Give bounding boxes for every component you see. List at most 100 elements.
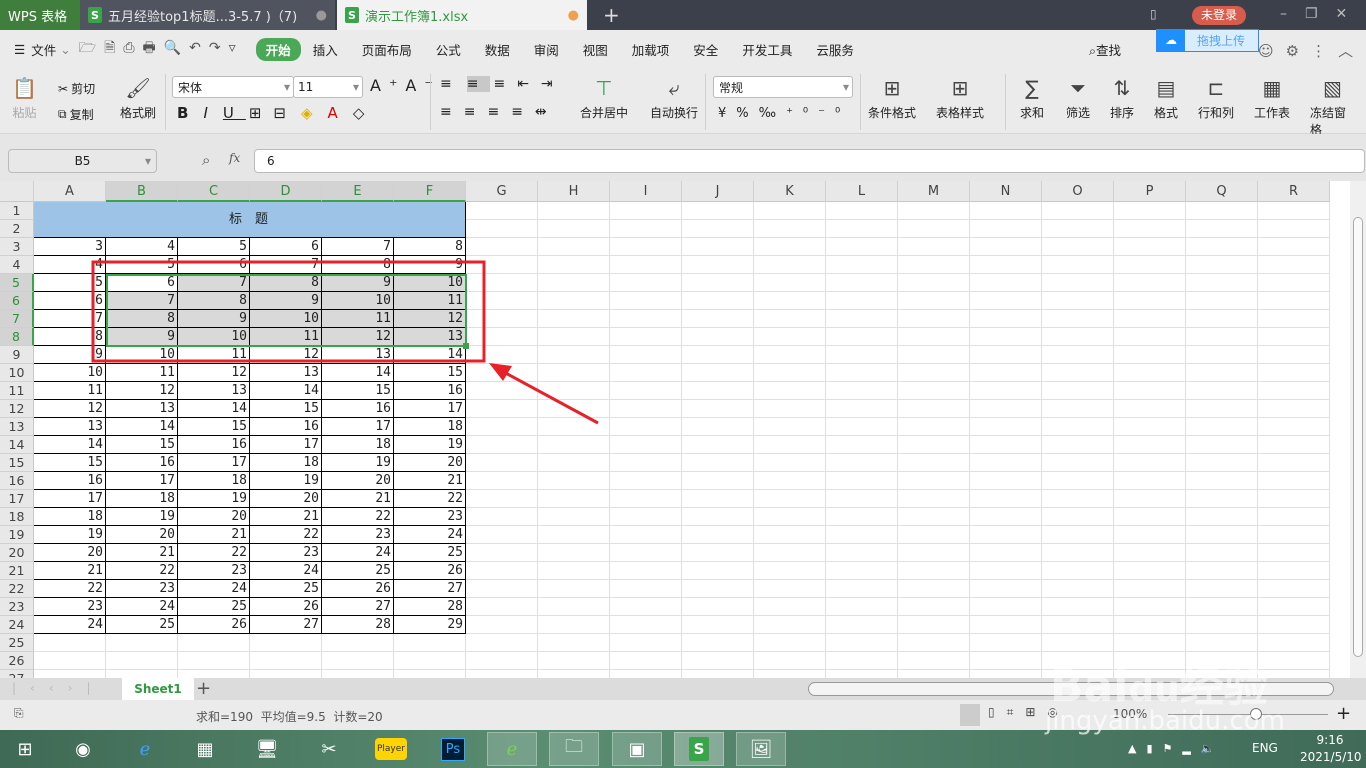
cell-F3[interactable]: 8 (394, 238, 466, 256)
freeze-panes-button[interactable]: ▧ 冻结窗格 (1310, 76, 1355, 138)
cell[interactable] (970, 364, 1042, 382)
cell[interactable] (682, 382, 754, 400)
cell[interactable] (826, 436, 898, 454)
cell[interactable] (826, 310, 898, 328)
cell[interactable] (970, 328, 1042, 346)
cell[interactable] (538, 454, 610, 472)
cell[interactable] (682, 598, 754, 616)
row-header-13[interactable]: 13 (0, 418, 34, 436)
cell[interactable] (610, 562, 682, 580)
row-header-6[interactable]: 6 (0, 292, 34, 310)
hamburger-icon[interactable]: ☰ (14, 42, 25, 57)
cell[interactable] (610, 400, 682, 418)
cell-F17[interactable]: 22 (394, 490, 466, 508)
macro-icon[interactable]: ⎘ (14, 706, 24, 721)
cell-B3[interactable]: 4 (106, 238, 178, 256)
cell-A23[interactable]: 23 (34, 598, 106, 616)
format-painter-button[interactable]: 🖌 格式刷 (120, 76, 156, 121)
cell[interactable] (898, 364, 970, 382)
cell[interactable] (970, 274, 1042, 292)
cell[interactable] (538, 508, 610, 526)
spreadsheet-grid[interactable]: A B C D E F G H I J K L M N O P Q R 1 2 3 4 5 6 7 8 9 10 11 12 13 14 15 1… (0, 181, 1350, 678)
cell[interactable] (466, 544, 538, 562)
cell[interactable] (826, 382, 898, 400)
cell[interactable] (1258, 490, 1330, 508)
cell[interactable] (466, 508, 538, 526)
cell-B21[interactable]: 22 (106, 562, 178, 580)
cell-F13[interactable]: 18 (394, 418, 466, 436)
cell[interactable] (1258, 328, 1330, 346)
cell[interactable] (466, 418, 538, 436)
cell[interactable] (1258, 580, 1330, 598)
cell[interactable] (898, 616, 970, 634)
cell-A4[interactable]: 4 (34, 256, 106, 274)
cell[interactable] (826, 202, 898, 220)
normal-view-icon[interactable] (960, 704, 980, 726)
cell[interactable] (754, 454, 826, 472)
cell[interactable] (1258, 670, 1330, 678)
cell-C18[interactable]: 20 (178, 508, 250, 526)
cell-C11[interactable]: 13 (178, 382, 250, 400)
cell[interactable] (1114, 562, 1186, 580)
cell[interactable] (970, 292, 1042, 310)
cell-F23[interactable]: 28 (394, 598, 466, 616)
cell[interactable] (1258, 202, 1330, 220)
cell-C17[interactable]: 19 (178, 490, 250, 508)
cell-E13[interactable]: 17 (322, 418, 394, 436)
cell[interactable] (826, 598, 898, 616)
cell[interactable] (466, 436, 538, 454)
cell[interactable] (898, 310, 970, 328)
cell[interactable] (1258, 472, 1330, 490)
menu-tab-2[interactable]: 页面布局 (350, 40, 424, 59)
column-header-D[interactable]: D (250, 181, 322, 202)
sort-button[interactable]: ⇅ 排序 (1110, 76, 1134, 121)
cell-E24[interactable]: 28 (322, 616, 394, 634)
cell[interactable] (1258, 508, 1330, 526)
cell[interactable] (1042, 292, 1114, 310)
cell-A12[interactable]: 12 (34, 400, 106, 418)
cell-F21[interactable]: 26 (394, 562, 466, 580)
cell[interactable] (538, 616, 610, 634)
cell[interactable] (682, 364, 754, 382)
cell-C20[interactable]: 22 (178, 544, 250, 562)
cell-D13[interactable]: 16 (250, 418, 322, 436)
cell[interactable] (682, 220, 754, 238)
cell-D18[interactable]: 21 (250, 508, 322, 526)
photo-viewer-icon[interactable]: 🖼 (736, 732, 786, 766)
cell[interactable] (1114, 328, 1186, 346)
cell[interactable] (970, 580, 1042, 598)
cell-E10[interactable]: 14 (322, 364, 394, 382)
cell-F22[interactable]: 27 (394, 580, 466, 598)
cell[interactable] (1042, 598, 1114, 616)
cell[interactable] (682, 274, 754, 292)
new-tab-button[interactable]: + (595, 0, 628, 30)
cell[interactable] (970, 472, 1042, 490)
window-controls[interactable]: –❐✕ (1280, 6, 1365, 22)
cell[interactable] (754, 292, 826, 310)
row-header-16[interactable]: 16 (0, 472, 34, 490)
cell-B13[interactable]: 14 (106, 418, 178, 436)
menu-tab-6[interactable]: 视图 (571, 40, 620, 59)
cell-C16[interactable]: 18 (178, 472, 250, 490)
cell[interactable] (898, 346, 970, 364)
zoom-in-button[interactable]: + (1336, 703, 1351, 724)
cell[interactable] (682, 436, 754, 454)
cell-F24[interactable]: 29 (394, 616, 466, 634)
cell[interactable] (1186, 508, 1258, 526)
cell[interactable] (1258, 310, 1330, 328)
row-header-12[interactable]: 12 (0, 400, 34, 418)
cell[interactable] (1042, 544, 1114, 562)
cell[interactable] (970, 616, 1042, 634)
cell[interactable] (1258, 382, 1330, 400)
cell[interactable] (754, 274, 826, 292)
cell[interactable] (1042, 238, 1114, 256)
cell[interactable] (970, 454, 1042, 472)
cell-D15[interactable]: 18 (250, 454, 322, 472)
cell[interactable] (538, 544, 610, 562)
document-tab[interactable]: S 五月经验top1标题...3-5.7 )（7) ● (80, 0, 335, 30)
cell[interactable] (898, 472, 970, 490)
audio-app-icon[interactable]: ◉ (58, 732, 108, 766)
cell[interactable] (610, 634, 682, 652)
cell[interactable] (1042, 400, 1114, 418)
cell[interactable] (682, 472, 754, 490)
